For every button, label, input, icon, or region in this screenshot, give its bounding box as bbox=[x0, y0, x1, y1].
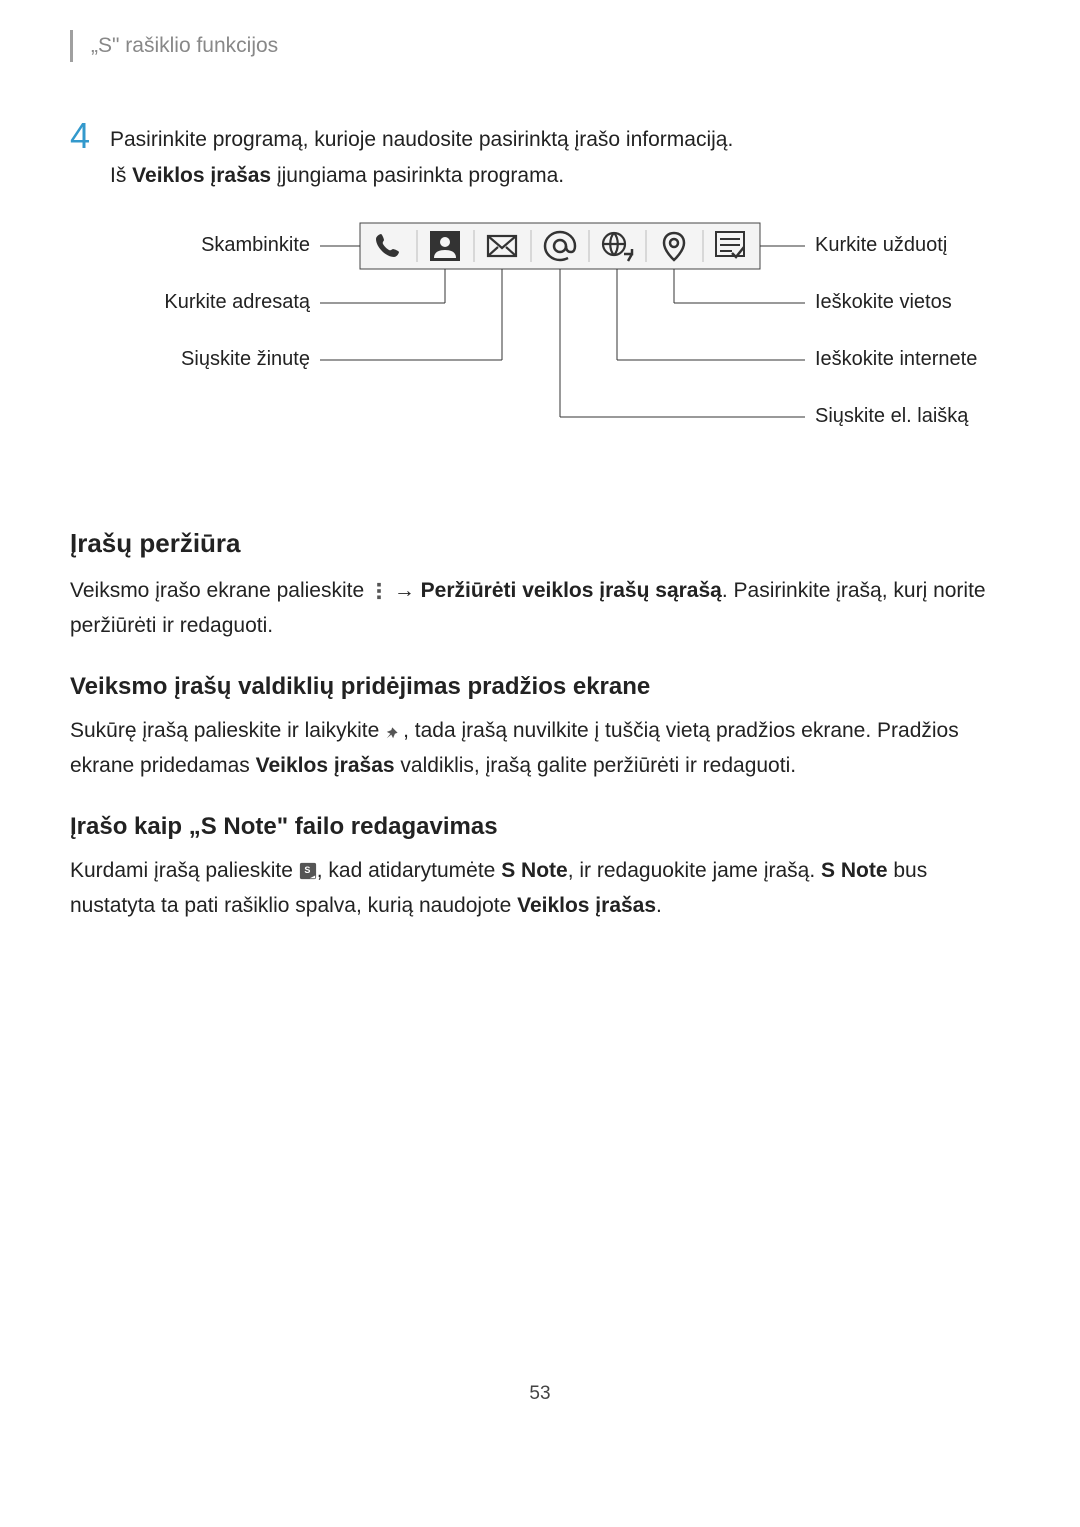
para-widgets: Sukūrę įrašą palieskite ir laikykite , t… bbox=[70, 715, 1010, 783]
step-subtext: Iš Veiklos įrašas įjungiama pasirinkta p… bbox=[110, 164, 1010, 188]
heading-review: Įrašų peržiūra bbox=[70, 528, 1010, 559]
heading-widgets: Veiksmo įrašų valdiklių pridėjimas pradž… bbox=[70, 673, 1010, 701]
bold-text: Veiklos įrašas bbox=[256, 754, 395, 777]
label-location: Ieškokite vietos bbox=[815, 291, 952, 313]
label-email: Siųskite el. laišką bbox=[815, 405, 969, 427]
subline-prefix: Iš bbox=[110, 164, 132, 187]
page-header: „S" rašiklio funkcijos bbox=[70, 30, 1010, 62]
subline-bold: Veiklos įrašas bbox=[132, 164, 271, 187]
para-snote: Kurdami įrašą palieskite S , kad atidaryt… bbox=[70, 855, 1010, 923]
text: . bbox=[656, 894, 662, 917]
label-call: Skambinkite bbox=[201, 234, 310, 256]
bold-text: Veiklos įrašas bbox=[517, 894, 656, 917]
bold-text: S Note bbox=[821, 859, 888, 882]
label-task: Kurkite užduotį bbox=[815, 234, 947, 256]
bold-text: S Note bbox=[501, 859, 568, 882]
label-web: Ieškokite internete bbox=[815, 348, 977, 370]
heading-snote: Įrašo kaip „S Note" failo redagavimas bbox=[70, 813, 1010, 841]
step-text: Pasirinkite programą, kurioje naudosite … bbox=[110, 122, 1010, 156]
diagram-svg: Skambinkite Kurkite adresatą Siųskite ži… bbox=[70, 218, 1010, 478]
label-contact: Kurkite adresatą bbox=[164, 291, 311, 313]
text: , ir redaguokite jame įrašą. bbox=[568, 859, 821, 882]
step-4: 4 Pasirinkite programą, kurioje naudosit… bbox=[70, 122, 1010, 156]
svg-text:S: S bbox=[304, 864, 310, 874]
text: Veiksmo įrašo ekrane palieskite bbox=[70, 579, 370, 602]
arrow: → bbox=[388, 579, 421, 602]
header-accent-bar bbox=[70, 30, 73, 62]
step-number: 4 bbox=[70, 118, 110, 154]
text: , kad atidarytumėte bbox=[317, 859, 501, 882]
text: Sukūrę įrašą palieskite ir laikykite bbox=[70, 719, 385, 742]
person-icon bbox=[430, 231, 460, 261]
more-icon bbox=[370, 578, 388, 611]
para-review: Veiksmo įrašo ekrane palieskite → Peržiū… bbox=[70, 575, 1010, 643]
action-memo-diagram: Skambinkite Kurkite adresatą Siųskite ži… bbox=[70, 218, 1010, 478]
subline-suffix: įjungiama pasirinkta programa. bbox=[271, 164, 564, 187]
text: Kurdami įrašą palieskite bbox=[70, 859, 299, 882]
bold-text: Peržiūrėti veiklos įrašų sąrašą bbox=[421, 579, 722, 602]
page-number: 53 bbox=[70, 1383, 1010, 1405]
text: valdiklis, įrašą galite peržiūrėti ir re… bbox=[395, 754, 797, 777]
header-title: „S" rašiklio funkcijos bbox=[91, 34, 278, 58]
snote-icon: S bbox=[299, 858, 317, 891]
label-message: Siųskite žinutę bbox=[181, 348, 310, 370]
pin-small-icon bbox=[385, 718, 403, 751]
